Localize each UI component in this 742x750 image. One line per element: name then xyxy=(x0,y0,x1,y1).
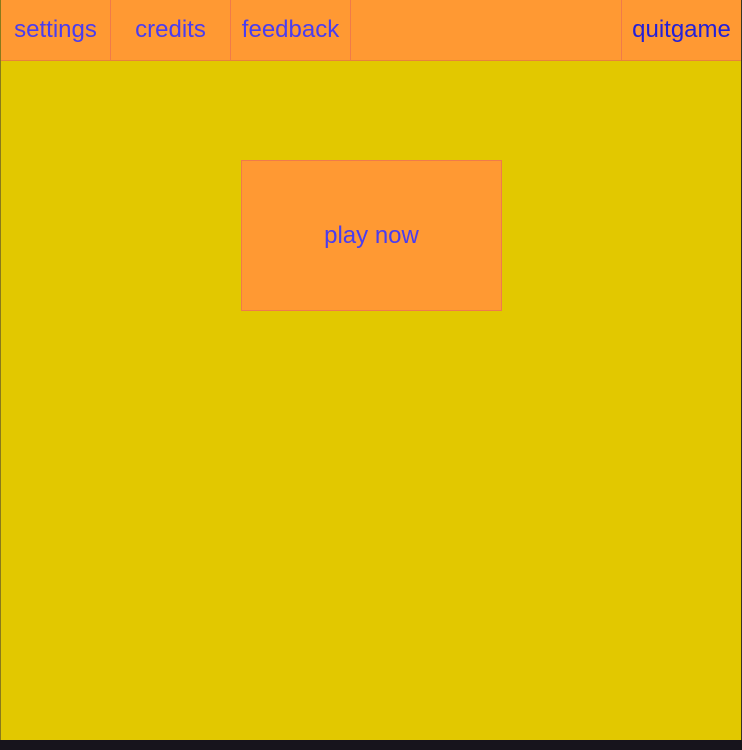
credits-button[interactable]: credits xyxy=(111,0,231,60)
game-screen: settings credits feedback quitgame play … xyxy=(0,0,742,740)
bottom-edge xyxy=(0,740,742,750)
play-now-button[interactable]: play now xyxy=(241,160,502,311)
top-menu-bar: settings credits feedback quitgame xyxy=(1,0,741,61)
feedback-button[interactable]: feedback xyxy=(231,0,351,60)
quit-game-button[interactable]: quitgame xyxy=(621,0,741,60)
settings-button[interactable]: settings xyxy=(1,0,111,60)
